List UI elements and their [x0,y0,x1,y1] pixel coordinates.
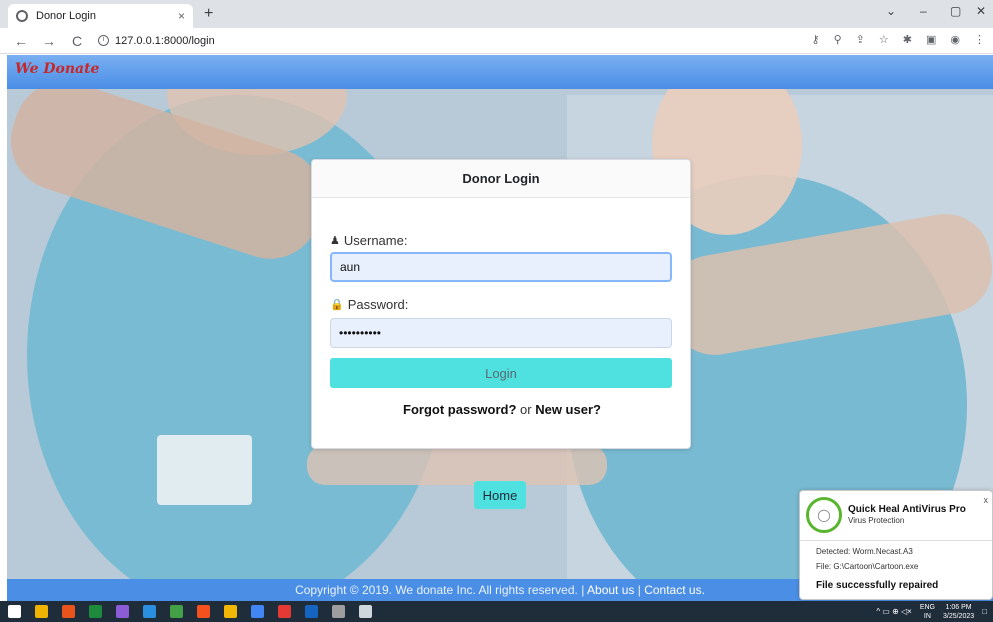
footer-separator-2: | [637,583,641,597]
lock-icon: 🔒 [330,299,344,311]
antivirus-subtitle: Virus Protection [848,516,905,525]
password-label: 🔒 Password: [330,297,408,312]
brand-logo[interactable]: We Donate [15,61,99,77]
login-card-title: Donor Login [312,160,690,198]
contact-us-link[interactable]: Contact us. [644,583,705,597]
side-panel-icon[interactable]: ▣ [926,33,936,46]
or-text: or [520,402,532,417]
site-navbar: We Donate [7,55,993,89]
antivirus-close-icon[interactable]: x [984,495,989,505]
browser-tab[interactable]: Donor Login × [8,4,193,28]
clock-time: 1:06 PM [945,603,972,611]
profile-avatar-icon[interactable]: ◉ [950,33,960,46]
password-input[interactable]: •••••••••• [330,318,672,348]
vscode-icon[interactable] [143,605,156,618]
office-icon[interactable] [62,605,75,618]
browser-tab-bar: Donor Login × + ⌄ – ▢ ✕ [0,0,993,28]
menu-icon[interactable]: ⋮ [974,33,985,46]
pycharm-icon[interactable] [89,605,102,618]
reload-button[interactable]: C [70,33,84,49]
forward-button[interactable]: → [42,33,56,49]
anydesk-icon[interactable] [278,605,291,618]
about-us-link[interactable]: About us [587,583,634,597]
login-button[interactable]: Login [330,358,672,388]
system-tray: ^ ▭ ⊕ ◁× ENG IN 1:06 PM 3/25/2023 □ [876,601,987,622]
xampp-icon[interactable] [197,605,210,618]
antivirus-notification: ◯ Quick Heal AntiVirus Pro Virus Protect… [799,490,993,600]
password-label-text: Password: [347,297,409,312]
copyright-text: Copyright © 2019. We donate Inc. All rig… [295,583,578,597]
antivirus-shield-icon: ◯ [806,497,842,533]
antivirus-detected: Detected: Worm.Necast.A3 [816,547,913,556]
visual-studio-icon[interactable] [116,605,129,618]
tab-search-icon[interactable]: ⌄ [886,4,896,18]
tray-icons[interactable]: ^ ▭ ⊕ ◁× [876,607,912,616]
clock[interactable]: 1:06 PM 3/25/2023 [943,603,974,621]
windows-start-icon[interactable] [8,605,21,618]
chrome-icon[interactable] [224,605,237,618]
clock-date: 3/25/2023 [943,612,975,620]
back-button[interactable]: ← [14,33,28,49]
username-label-text: Username: [343,233,408,248]
globe-icon [16,10,28,22]
restore-button[interactable]: ▢ [950,4,961,18]
notifications-icon[interactable]: □ [982,607,987,616]
language-indicator[interactable]: ENG IN [920,603,935,621]
url-field[interactable]: i 127.0.0.1:8000/login [98,35,215,47]
bookmark-star-icon[interactable]: ☆ [879,33,889,46]
new-user-link[interactable]: New user? [535,402,601,417]
tab-close-icon[interactable]: × [178,9,185,23]
account-links: Forgot password? or New user? [312,402,692,417]
share-icon[interactable]: ⇪ [856,33,865,46]
key-icon[interactable]: ⚷ [812,33,820,46]
username-input[interactable]: aun [330,252,672,282]
app-icon[interactable] [251,605,264,618]
login-card: Donor Login ♟ Username: aun 🔒 Password: … [311,159,691,449]
address-bar: ← → C i 127.0.0.1:8000/login ⚷ ⚲ ⇪ ☆ ✱ ▣… [0,28,993,54]
site-info-icon[interactable]: i [98,35,109,46]
username-label: ♟ Username: [330,233,407,248]
file-explorer-icon[interactable] [35,605,48,618]
app-icon-2[interactable] [305,605,318,618]
zoom-icon[interactable]: ⚲ [834,33,842,46]
region-text: IN [923,612,931,620]
notepad-icon[interactable] [170,605,183,618]
antivirus-divider [800,540,992,541]
antivirus-status: File successfully repaired [816,580,939,591]
user-icon: ♟ [330,235,340,247]
close-window-button[interactable]: ✕ [976,4,986,18]
new-tab-button[interactable]: + [204,5,213,23]
url-text: 127.0.0.1:8000/login [115,34,215,47]
forgot-password-link[interactable]: Forgot password? [403,402,516,417]
language-text: ENG [919,603,935,611]
footer-separator: | [581,583,585,597]
toolbar-icons: ⚷ ⚲ ⇪ ☆ ✱ ▣ ◉ ⋮ [812,33,985,46]
antivirus-title: Quick Heal AntiVirus Pro [848,504,966,515]
home-button[interactable]: Home [474,481,526,509]
minimize-button[interactable]: – [920,4,927,18]
paint-icon[interactable] [332,605,345,618]
antivirus-file: File: G:\Cartoon\Cartoon.exe [816,562,919,571]
tab-title: Donor Login [36,10,96,22]
extensions-icon[interactable]: ✱ [903,33,912,46]
terminal-icon[interactable] [359,605,372,618]
windows-taskbar: ^ ▭ ⊕ ◁× ENG IN 1:06 PM 3/25/2023 □ [0,601,993,622]
